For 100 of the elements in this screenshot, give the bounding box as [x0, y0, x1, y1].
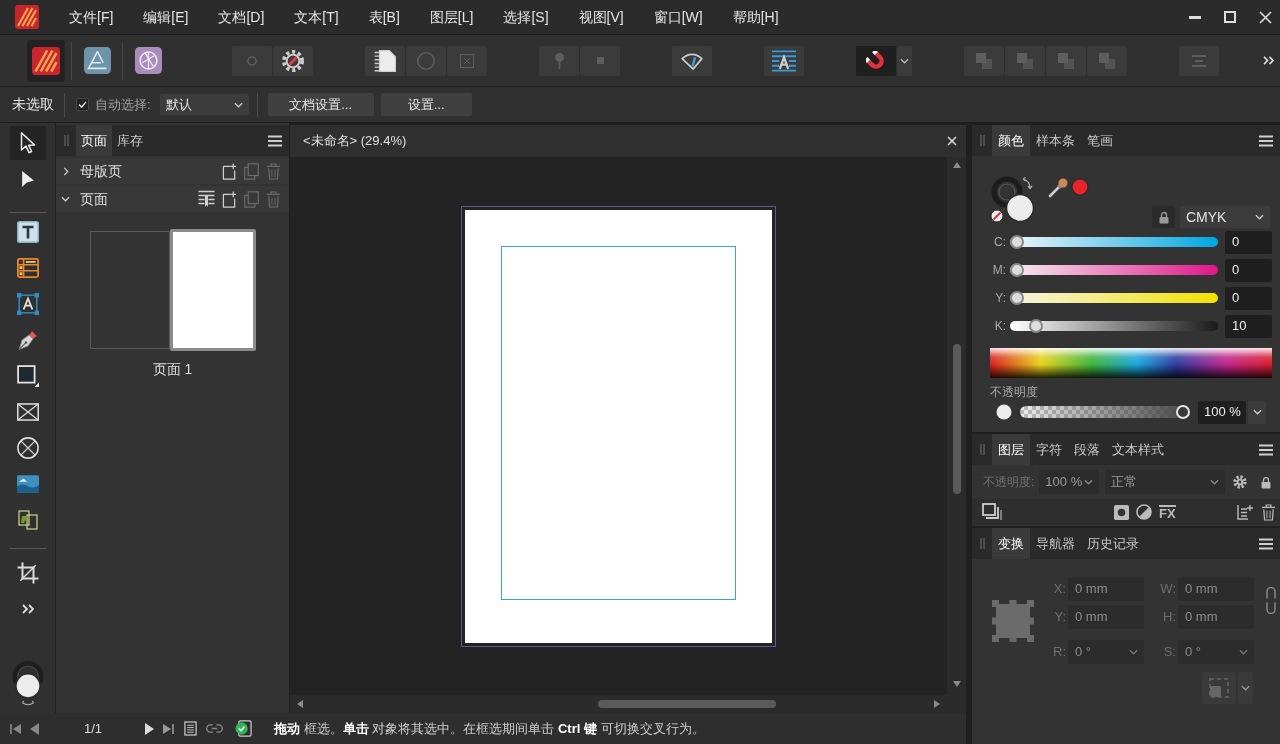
panel-tab[interactable]: 导航器	[1030, 528, 1081, 559]
handles-square-icon[interactable]	[992, 600, 1034, 642]
toolbar-button[interactable]	[764, 45, 804, 76]
slider-track[interactable]	[1010, 237, 1218, 247]
double-chevron-icon[interactable]	[1263, 56, 1274, 65]
slider-thumb[interactable]	[1010, 291, 1024, 305]
toolbar-button[interactable]	[856, 45, 896, 76]
link-icon[interactable]	[206, 723, 224, 734]
menu-icon[interactable]	[1259, 443, 1273, 456]
slider-thumb[interactable]	[1010, 263, 1024, 277]
persona-button[interactable]	[27, 39, 65, 82]
close-icon[interactable]	[1259, 10, 1272, 24]
opacity-slider-track[interactable]	[1020, 406, 1190, 418]
menu-item[interactable]: 图层[L]	[429, 6, 474, 28]
last-page-icon[interactable]	[162, 722, 175, 735]
chain-icon[interactable]	[1266, 587, 1276, 614]
menu-item[interactable]: 窗口[W]	[653, 6, 703, 28]
lines-bookmark-icon[interactable]	[198, 190, 215, 208]
panel-tab[interactable]: 笔画	[1081, 125, 1119, 156]
grip-icon[interactable]	[979, 135, 985, 146]
grip-icon[interactable]	[979, 444, 985, 455]
document-lines-icon[interactable]	[184, 721, 198, 736]
value-field[interactable]: 10	[1225, 314, 1272, 338]
dropdown-button[interactable]	[897, 45, 912, 76]
page-plus-icon[interactable]	[222, 162, 237, 180]
page-plus-icon[interactable]	[222, 190, 237, 208]
slider-track[interactable]	[1010, 293, 1218, 303]
checkbox[interactable]	[76, 98, 89, 111]
minimize-icon[interactable]	[1189, 15, 1201, 19]
eyedropper-icon[interactable]	[1047, 177, 1069, 199]
toolbar-button[interactable]	[672, 45, 712, 76]
document-setup-button[interactable]: 文档设置...	[267, 93, 374, 116]
value-field[interactable]: 100 %	[1198, 400, 1246, 424]
scroll-up-icon[interactable]	[952, 162, 961, 168]
scroll-down-icon[interactable]	[952, 681, 961, 687]
slider-track[interactable]	[1010, 321, 1218, 331]
half-circle-icon[interactable]	[1136, 504, 1152, 520]
color-model-dropdown[interactable]: CMYK	[1180, 206, 1270, 228]
stacked-squares-icon[interactable]	[982, 503, 1002, 521]
dropdown-button[interactable]	[1248, 400, 1266, 424]
panel-tab[interactable]: 变换	[992, 528, 1030, 559]
scroll-left-icon[interactable]	[297, 700, 303, 708]
dropdown-button[interactable]	[1238, 672, 1253, 704]
effects-button[interactable]: FX	[1159, 504, 1176, 520]
toolbar-button[interactable]	[273, 45, 313, 76]
tool-button[interactable]	[9, 126, 46, 160]
panel-tab[interactable]: 文本样式	[1106, 434, 1170, 465]
menu-item[interactable]: 文本[T]	[294, 6, 339, 28]
menu-item[interactable]: 编辑[E]	[143, 6, 189, 28]
color-dot-icon[interactable]	[996, 404, 1012, 420]
color-spectrum[interactable]	[990, 348, 1272, 378]
panel-tab[interactable]: 段落	[1068, 434, 1106, 465]
menu-item[interactable]: 帮助[H]	[732, 6, 779, 28]
value-field[interactable]: 0	[1225, 286, 1272, 310]
grip-icon[interactable]	[979, 538, 985, 549]
menu-icon[interactable]	[1259, 134, 1273, 147]
section-label[interactable]: 母版页	[80, 160, 122, 182]
section-label[interactable]: 页面	[80, 188, 108, 210]
chevron-down-icon[interactable]	[61, 196, 70, 202]
trash-icon[interactable]	[1261, 503, 1276, 521]
panel-tab[interactable]: 页面	[76, 125, 112, 156]
close-icon[interactable]	[947, 136, 957, 146]
panel-tab[interactable]: 字符	[1030, 434, 1068, 465]
chevron-right-icon[interactable]	[63, 166, 69, 176]
preferences-button[interactable]: 设置...	[380, 93, 472, 116]
menu-item[interactable]: 表[B]	[368, 6, 400, 28]
grip-icon[interactable]	[63, 135, 69, 146]
panel-tab[interactable]: 历史记录	[1081, 528, 1145, 559]
check-document-icon[interactable]	[235, 720, 253, 737]
menu-item[interactable]: 文档[D]	[218, 6, 265, 28]
document-tab[interactable]: <未命名> (29.4%)	[303, 131, 407, 151]
menu-item[interactable]: 选择[S]	[503, 6, 549, 28]
panel-tab[interactable]: 库存	[112, 125, 148, 156]
slider-thumb[interactable]	[1010, 235, 1024, 249]
list-plus-icon[interactable]	[1237, 504, 1253, 520]
panel-tab[interactable]: 颜色	[992, 125, 1030, 156]
settings-icon[interactable]	[1233, 475, 1248, 489]
mask-icon[interactable]	[1114, 504, 1129, 520]
fill-stroke-swatch-icon[interactable]	[11, 660, 44, 708]
menu-item[interactable]: 文件[F]	[69, 6, 114, 28]
value-field[interactable]: 0	[1225, 258, 1272, 282]
menu-item[interactable]: 视图[V]	[578, 6, 624, 28]
lock-icon[interactable]	[1261, 475, 1271, 489]
panel-tab[interactable]: 图层	[992, 434, 1030, 465]
color-swatch-icon[interactable]	[1071, 178, 1089, 196]
scrollbar-thumb[interactable]	[952, 344, 961, 494]
lock-button[interactable]	[1152, 206, 1175, 228]
page-thumbnail[interactable]	[169, 229, 256, 351]
previous-icon[interactable]	[30, 722, 39, 735]
value-field[interactable]: 0	[1225, 230, 1272, 254]
slider-thumb[interactable]	[1029, 319, 1044, 333]
menu-icon[interactable]	[268, 134, 282, 147]
first-page-icon[interactable]	[10, 722, 22, 735]
maximize-icon[interactable]	[1224, 11, 1236, 23]
toolbar-button[interactable]	[365, 45, 405, 76]
next-icon[interactable]	[145, 722, 155, 735]
slider-track[interactable]	[1010, 265, 1218, 275]
scrollbar-thumb[interactable]	[598, 700, 776, 708]
scroll-right-icon[interactable]	[934, 700, 940, 708]
panel-tab[interactable]: 样本条	[1030, 125, 1081, 156]
